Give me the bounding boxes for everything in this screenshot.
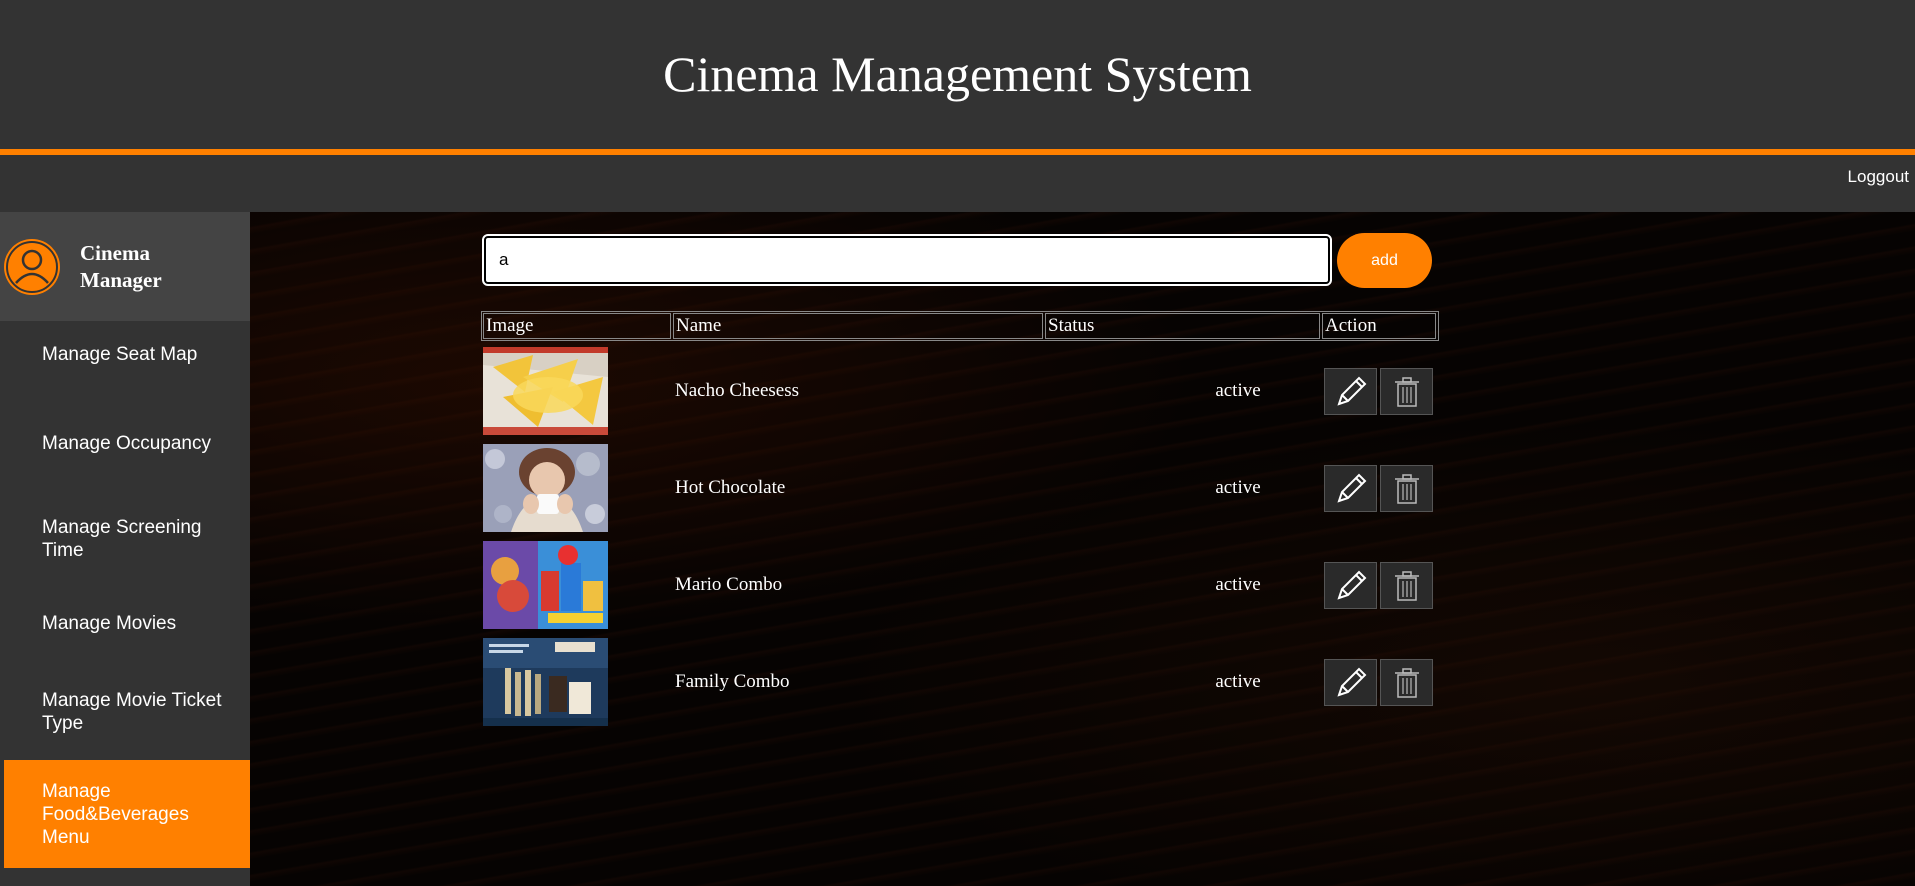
item-status: active xyxy=(1215,380,1261,401)
delete-button[interactable] xyxy=(1380,368,1433,415)
top-bar: Loggout xyxy=(0,155,1915,212)
column-header-status: Status xyxy=(1045,313,1320,339)
item-name: Nacho Cheesess xyxy=(675,380,799,401)
sidebar-item-seat-map[interactable]: Manage Seat Map xyxy=(0,329,250,379)
item-name: Family Combo xyxy=(675,671,790,692)
pencil-icon xyxy=(1336,473,1366,503)
app-header: Cinema Management System xyxy=(0,0,1915,149)
sidebar-item-label: Manage Movie Ticket Type xyxy=(42,690,222,734)
table-row: Hot Chocolate active xyxy=(483,444,1439,532)
table-row: Nacho Cheesess active xyxy=(483,347,1439,435)
add-button[interactable]: add xyxy=(1337,233,1432,288)
sidebar-item-label: Manage Screening Time xyxy=(42,517,202,561)
column-header-name: Name xyxy=(673,313,1043,339)
trash-icon xyxy=(1394,376,1419,407)
sidebar-item-label: Manage Movies xyxy=(42,612,177,634)
sidebar-item-occupancy[interactable]: Manage Occupancy xyxy=(0,418,250,468)
delete-button[interactable] xyxy=(1380,465,1433,512)
profile-name: Cinema Manager xyxy=(80,240,162,292)
edit-button[interactable] xyxy=(1324,368,1377,415)
trash-icon xyxy=(1394,473,1419,504)
sidebar-item-label: Manage Seat Map xyxy=(42,343,198,365)
delete-button[interactable] xyxy=(1380,659,1433,706)
edit-button[interactable] xyxy=(1324,465,1377,512)
column-header-image: Image xyxy=(483,313,671,339)
item-name: Hot Chocolate xyxy=(675,477,786,498)
table-header: Image Name Status Action xyxy=(481,311,1439,341)
item-status: active xyxy=(1215,574,1261,595)
trash-icon xyxy=(1394,667,1419,698)
app-title: Cinema Management System xyxy=(663,45,1252,102)
logout-link[interactable]: Loggout xyxy=(1848,167,1909,187)
family-combo-image xyxy=(483,638,608,726)
column-header-action: Action xyxy=(1322,313,1436,339)
nacho-image xyxy=(483,347,608,435)
table-row: Mario Combo active xyxy=(483,541,1439,629)
sidebar-item-ticket-type[interactable]: Manage Movie Ticket Type xyxy=(0,682,250,742)
user-avatar-icon xyxy=(4,238,60,295)
trash-icon xyxy=(1394,570,1419,601)
edit-button[interactable] xyxy=(1324,562,1377,609)
pencil-icon xyxy=(1336,376,1366,406)
item-status: active xyxy=(1215,477,1261,498)
item-name: Mario Combo xyxy=(675,574,783,595)
sidebar-item-movies[interactable]: Manage Movies xyxy=(0,598,250,648)
profile-panel: Cinema Manager xyxy=(0,212,250,321)
sidebar-item-label: Manage Occupancy xyxy=(42,432,211,454)
item-status: active xyxy=(1215,671,1261,692)
sidebar-item-label: Manage Food&Beverages Menu xyxy=(42,780,189,848)
sidebar: Cinema Manager Manage Seat Map Manage Oc… xyxy=(0,212,252,886)
table-row: Family Combo active xyxy=(483,638,1439,726)
mario-combo-image xyxy=(483,541,608,629)
pencil-icon xyxy=(1336,570,1366,600)
delete-button[interactable] xyxy=(1380,562,1433,609)
pencil-icon xyxy=(1336,667,1366,697)
sidebar-item-food-beverages[interactable]: Manage Food&Beverages Menu xyxy=(4,760,252,868)
search-input[interactable] xyxy=(482,234,1332,286)
hot-chocolate-image xyxy=(483,444,608,532)
sidebar-item-screening-time[interactable]: Manage Screening Time xyxy=(0,514,250,564)
edit-button[interactable] xyxy=(1324,659,1377,706)
